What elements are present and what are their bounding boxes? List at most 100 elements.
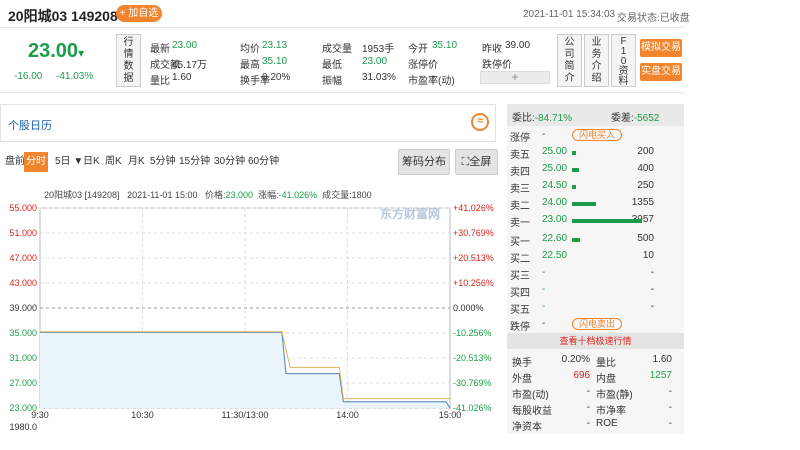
box-char: 料 [618,76,629,87]
orderbook-price: - [542,129,546,140]
orderbook-volume: - [650,284,654,295]
quote-field-label: 最新 [150,44,170,55]
orderbook-price: 22.50 [542,250,568,261]
stock-calendar-label[interactable]: 个股日历 [8,117,52,133]
weicha-value: -5652 [633,113,660,124]
orderbook-volume: - [650,301,654,312]
orderbook-price: 23.00 [542,214,568,225]
limit-down-row: 跌停 - 闪电卖出 [510,317,682,333]
add-field-button[interactable]: + [480,71,550,84]
quote-data-char: 据 [123,73,134,84]
quote-field-value: 23.00 [172,40,198,51]
add-watchlist-button[interactable]: + 加自选 [116,5,162,22]
stat-label: 市净率 [596,406,626,417]
orderbook-volume: 200 [637,146,654,157]
y-tick-right-label: +41.026% [453,203,494,213]
quote-field-value: - [432,72,436,83]
chart-tab[interactable]: 15分钟 [177,152,212,172]
orderbook-level-label: 买五 [510,305,530,316]
stat-label: ROE [596,418,618,429]
weicha-label: 委差: [611,113,634,124]
quote-field-value: - [432,56,436,67]
quote-data-char: 情 [123,49,134,60]
orderbook-price: 25.00 [542,146,568,157]
chart-tab[interactable]: 分时 [24,152,48,172]
stock-calendar-panel [0,104,496,142]
x-tick-label: 10:30 [131,410,154,420]
ten-level-quote-link[interactable]: 查看十档极速行情 [507,333,684,349]
chip-distribution-button[interactable]: 筹码分布 [398,149,450,175]
y-tick-right-label: -30.769% [453,378,492,388]
chart-tab[interactable]: 月K [126,152,147,172]
fullscreen-button[interactable]: ⛶全屏 [455,149,498,175]
box-char: 介 [564,73,575,84]
box-char: 司 [564,49,575,60]
orderbook-price: 24.50 [542,180,568,191]
orderbook-level-label: 买四 [510,288,530,299]
flash-buy-button[interactable]: 闪电买入 [572,129,623,141]
y-tick-label: 51.000 [9,228,37,238]
orderbook-price: - [542,318,546,329]
stat-value: - [586,418,590,429]
quote-field-label: 昨收 [482,44,502,55]
stat-value: 1.60 [652,354,672,365]
sim-trade-button[interactable]: 模拟交易 [640,39,682,57]
y-tick-label: 39.000 [9,303,37,313]
ask-row: 卖五 25.00 200 [510,145,682,161]
stat-label: 净资本 [512,422,542,433]
quote-field-label: 最低 [322,60,342,71]
quote-page: 20阳城03 149208 + 加自选 2021-11-01 15:34:03 … [0,0,800,450]
chart-tab[interactable]: 30分钟 [212,152,247,172]
orderbook-volume: - [650,267,654,278]
down-arrow-icon: ▾ [78,46,85,60]
chart-tab[interactable]: 5分钟 [148,152,178,172]
flash-sell-button[interactable]: 闪电卖出 [572,318,623,330]
quote-field-label: 成交量 [322,44,352,55]
quote-divider [0,92,685,93]
chart-tab[interactable]: 60分钟 [246,152,281,172]
business-intro-tab[interactable]: 业 务 介 绍 [584,34,609,87]
weibi: 委比:-84.71% [512,109,572,124]
intraday-chart[interactable]: 55.000 +41.026% 51.000 +30.769% 47.000 +20.51… [0,198,500,443]
quote-field-label: 振幅 [322,76,342,87]
stat-value: - [586,402,590,413]
orderbook-volume-bar [572,185,577,189]
orderbook-level-label: 卖三 [510,184,530,195]
x-tick-label: 14:00 [336,410,359,420]
quote-field-label: 量比 [150,76,170,87]
quote-field-label: 均价 [240,44,260,55]
box-char: 介 [591,61,602,72]
x-tick-label: 9:30 [31,410,49,420]
quote-data-tab[interactable]: 行 情 数 据 [116,34,141,87]
f10-data-tab[interactable]: F 1 0 资 料 [611,34,636,87]
bid-row: 买二 22.50 10 [510,249,682,265]
quote-data-char: 数 [123,61,134,72]
bid-row: 买一 22.60 500 [510,232,682,248]
collapse-toggle-icon[interactable]: ≈ [471,113,489,131]
quote-field-value: 31.03% [362,72,396,83]
x-tick-label: 15:00 [439,410,462,420]
y-tick-right-label: -20.513% [453,353,492,363]
orderbook-price: 24.00 [542,197,568,208]
orderbook-volume: 1355 [631,197,654,208]
orderbook-volume: 10 [642,250,654,261]
y-tick-label: 43.000 [9,278,37,288]
real-trade-button[interactable]: 实盘交易 [640,63,682,81]
quote-field-label: 今开 [408,44,428,55]
box-char: 公 [564,37,575,48]
chart-tab[interactable]: 周K [103,152,124,172]
box-char: 简 [564,61,575,72]
stat-value: - [668,402,672,413]
stat-label: 市盈(动) [512,390,549,401]
orderbook-volume-bar [572,168,579,172]
chart-tab[interactable]: 日K [81,152,102,172]
limit-up-row: 涨停 - 闪电买入 [510,128,682,144]
quote-field-label: 最高 [240,60,260,71]
orderbook-volume: 400 [637,163,654,174]
stats-row: 净资本 - ROE - [512,418,682,433]
y-tick-label: 47.000 [9,253,37,263]
company-profile-tab[interactable]: 公 司 简 介 [557,34,582,87]
orderbook-level-label: 买一 [510,237,530,248]
y-tick-right-label: +30.769% [453,228,494,238]
stat-label: 内盘 [596,374,616,385]
